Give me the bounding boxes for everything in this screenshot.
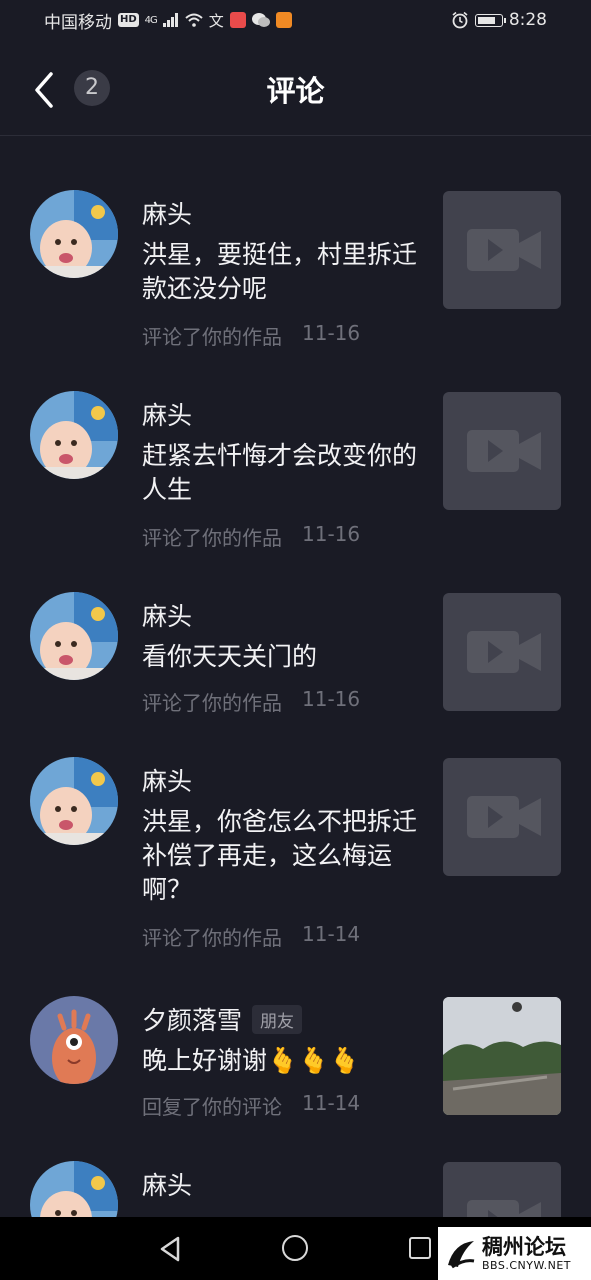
video-camera-icon (467, 229, 541, 271)
alarm-icon (452, 11, 468, 29)
nav-home-icon[interactable] (282, 1235, 308, 1261)
avatar[interactable] (30, 391, 118, 479)
nav-recents-icon[interactable] (409, 1237, 431, 1259)
comment-text: 洪星，要挺住，村里拆迁款还没分呢 (142, 240, 418, 303)
header: 2 评论 (0, 40, 591, 136)
commenter-name[interactable]: 麻头 (142, 1166, 192, 1202)
avatar[interactable] (30, 592, 118, 680)
watermark-url: BBS.CNYW.NET (482, 1259, 572, 1272)
forum-watermark: 稠州论坛 BBS.CNYW.NET (438, 1227, 591, 1280)
comment-date: 11-16 (302, 687, 361, 711)
nav-back-icon[interactable] (156, 1235, 184, 1263)
commenter-name[interactable]: 麻头 (142, 195, 192, 231)
video-thumbnail[interactable] (443, 1162, 561, 1217)
wechat-icon (251, 13, 270, 27)
avatar[interactable] (30, 190, 118, 278)
commenter-name[interactable]: 麻头 (142, 396, 192, 432)
comment-text: 晚上好谢谢🫰🫰🫰 (142, 1046, 361, 1075)
commenter-name[interactable]: 夕颜落雪 (142, 1001, 242, 1037)
comment-action: 回复了你的评论 (142, 1095, 282, 1119)
comment-action: 评论了你的作品 (142, 926, 282, 950)
watermark-title: 稠州论坛 (482, 1235, 566, 1259)
comment-date: 11-16 (302, 522, 361, 546)
comment-text: 洪星，你爸怎么不把拆迁补偿了再走，这么梅运啊？ (142, 807, 418, 904)
landscape-photo-icon (443, 997, 561, 1115)
photo-thumbnail[interactable] (443, 997, 561, 1115)
comment-date: 11-14 (302, 922, 361, 946)
clock: 8:28 (508, 10, 547, 30)
app-notification-icon (229, 12, 246, 28)
carrier-label: 中国移动 (44, 12, 112, 33)
friend-badge: 朋友 (252, 1004, 303, 1034)
video-thumbnail[interactable] (443, 392, 561, 510)
comment-action: 评论了你的作品 (142, 691, 282, 715)
avatar[interactable] (30, 1161, 118, 1217)
commenter-name[interactable]: 麻头 (142, 597, 192, 633)
commenter-name[interactable]: 麻头 (142, 762, 192, 798)
avatar[interactable] (30, 996, 118, 1084)
comment-action: 评论了你的作品 (142, 325, 282, 349)
video-app-icon (275, 12, 292, 28)
forum-logo-icon (448, 1240, 475, 1268)
hd-icon: HD (118, 13, 139, 27)
network-type: 4G (144, 14, 158, 26)
status-bar: 中国移动 HD 4G 文 8:28 (0, 0, 591, 40)
comment-list[interactable]: 麻头 洪星，要挺住，村里拆迁款还没分呢 评论了你的作品 11-16 麻头 赶紧去… (0, 137, 591, 1217)
battery-icon (474, 13, 506, 27)
video-camera-icon (467, 796, 541, 838)
comment-date: 11-16 (302, 321, 361, 345)
comment-action: 评论了你的作品 (142, 526, 282, 550)
comment-text: 赶紧去忏悔才会改变你的人生 (142, 441, 418, 504)
video-thumbnail[interactable] (443, 593, 561, 711)
page-title: 评论 (266, 74, 325, 108)
video-thumbnail[interactable] (443, 758, 561, 876)
video-camera-icon (467, 631, 541, 673)
signal-icon (162, 13, 178, 27)
translate-icon: 文 (208, 11, 224, 30)
avatar[interactable] (30, 757, 118, 845)
video-camera-icon (467, 1200, 541, 1217)
comment-text: 看你天天关门的 (142, 642, 318, 671)
video-thumbnail[interactable] (443, 191, 561, 309)
wifi-icon (185, 13, 203, 27)
video-camera-icon (467, 430, 541, 472)
comment-date: 11-14 (302, 1091, 361, 1115)
